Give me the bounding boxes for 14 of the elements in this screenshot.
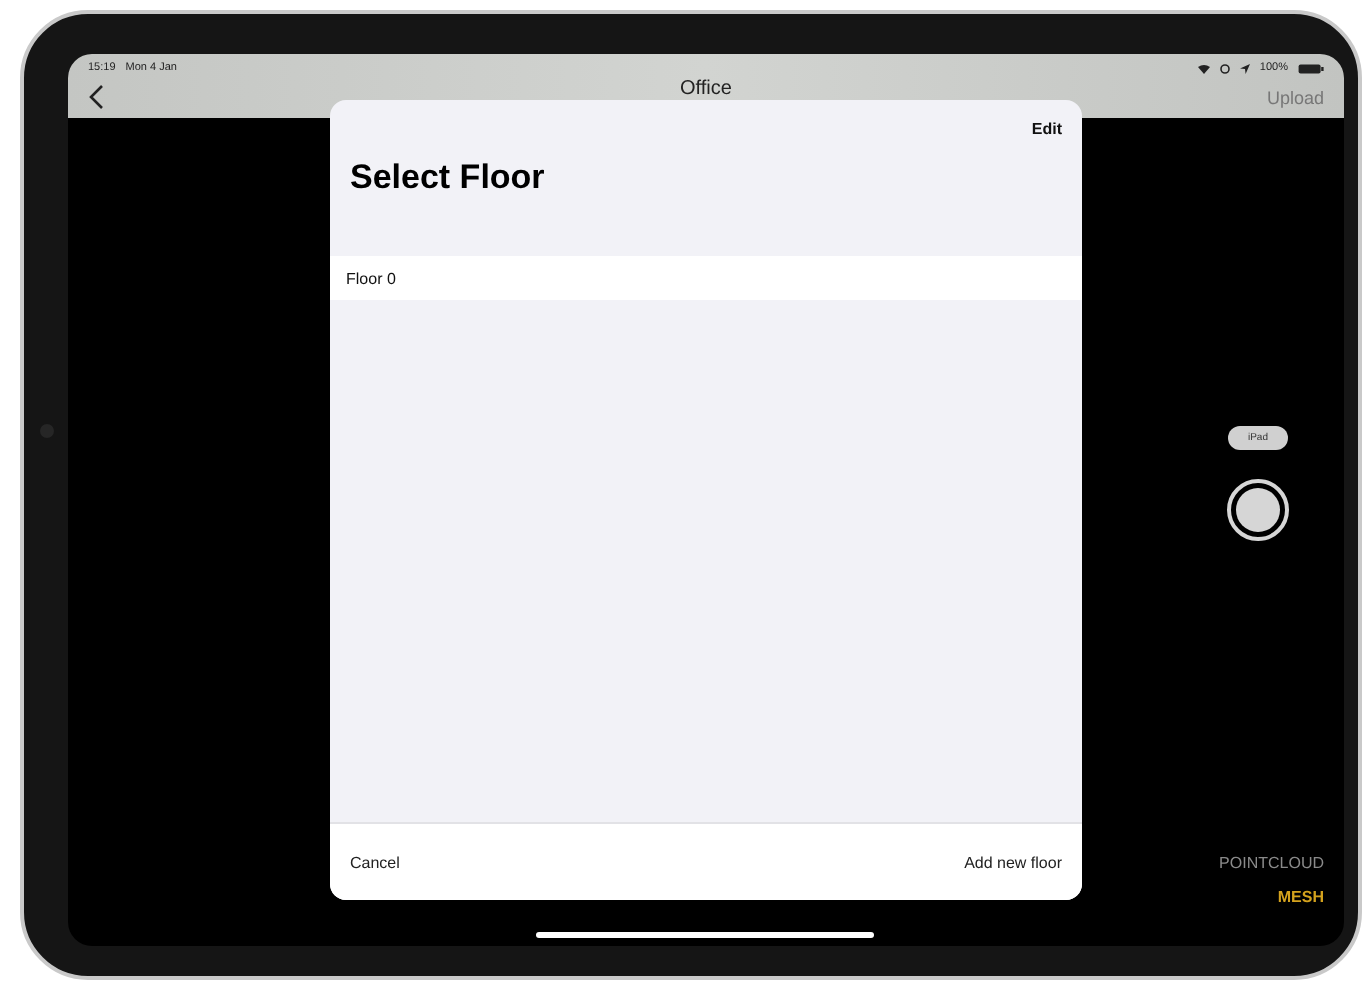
wifi-icon — [1197, 63, 1210, 73]
capture-mode[interactable]: POINTCLOUD — [1219, 854, 1324, 872]
cancel-button[interactable]: Cancel — [350, 853, 400, 871]
battery-icon — [1298, 63, 1324, 73]
location-icon — [1239, 63, 1250, 73]
floor-row[interactable]: Floor 0 — [330, 256, 1082, 300]
capture-mode[interactable]: MESH — [1277, 888, 1324, 906]
rotation-lock-icon — [1219, 63, 1230, 73]
edit-button[interactable]: Edit — [1031, 120, 1062, 138]
navigation-title: Office — [680, 78, 732, 100]
sheet-title: Select Floor — [350, 158, 547, 198]
add-floor-button[interactable]: Add new floor — [964, 853, 1062, 871]
shutter-button[interactable] — [1226, 478, 1290, 542]
back-icon[interactable] — [88, 84, 104, 110]
